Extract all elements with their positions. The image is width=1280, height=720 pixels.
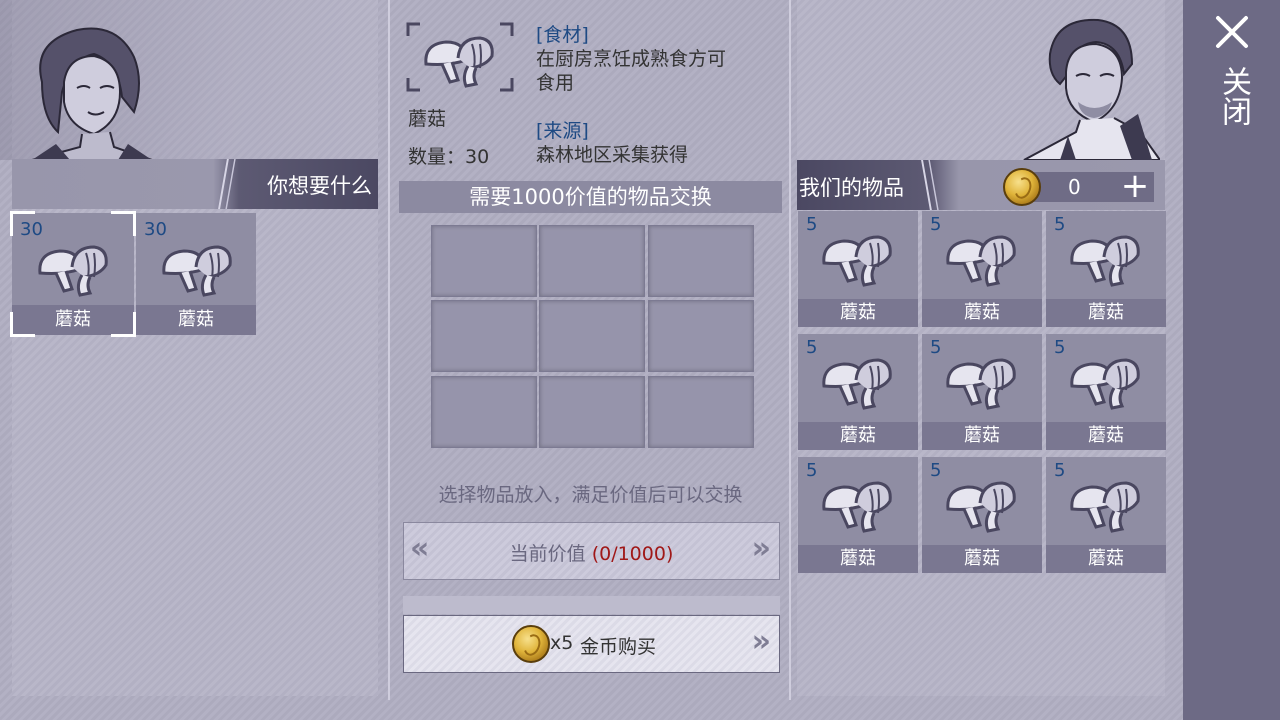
exchange-slot[interactable] — [539, 225, 645, 297]
category-description-cont: 食用 — [536, 72, 575, 94]
exchange-slot[interactable] — [648, 376, 754, 448]
exchange-slot[interactable] — [431, 376, 537, 448]
current-value-amount: (0/1000) — [591, 543, 674, 565]
selection-corner — [10, 211, 35, 236]
gold-amount: 0 — [1068, 175, 1081, 199]
mushroom-icon — [162, 245, 232, 297]
current-value-label: 当前价值 — [509, 543, 586, 565]
buy-with-gold-button[interactable]: x5 金币购买 » — [403, 615, 780, 673]
item-label: 蘑菇 — [798, 299, 918, 327]
mushroom-icon — [946, 358, 1016, 410]
item-label: 蘑菇 — [922, 299, 1042, 327]
exchange-slot[interactable] — [431, 225, 537, 297]
item-quantity: 数量：30 — [408, 146, 490, 168]
item-label: 蘑菇 — [922, 422, 1042, 450]
mushroom-icon — [822, 358, 892, 410]
exchange-slot[interactable] — [539, 376, 645, 448]
merchant-header-title: 我们的物品 — [799, 176, 904, 200]
mushroom-icon — [38, 245, 108, 297]
merchant-item-slot[interactable]: 5 蘑菇 — [798, 211, 918, 327]
mushroom-icon — [1070, 358, 1140, 410]
want-header: 你想要什么 — [12, 159, 378, 209]
exchange-slot[interactable] — [648, 300, 754, 372]
source-tag: [来源] — [536, 120, 589, 142]
panel-divider — [789, 0, 791, 700]
selection-corner — [111, 211, 136, 236]
gold-coin-icon — [1003, 168, 1041, 206]
buy-label: 金币购买 — [580, 636, 657, 658]
merchant-item-slot[interactable]: 5 蘑菇 — [922, 457, 1042, 573]
category-tag: [食材] — [536, 24, 589, 46]
mushroom-icon — [946, 235, 1016, 287]
current-value-bar: « 当前价值 (0/1000) » — [403, 522, 780, 580]
close-icon[interactable] — [1214, 14, 1250, 50]
selection-corner — [111, 312, 136, 337]
mushroom-icon — [1070, 481, 1140, 533]
gold-coin-icon — [512, 625, 550, 663]
item-count: 5 — [930, 337, 942, 358]
exchange-slot[interactable] — [539, 300, 645, 372]
item-count: 5 — [806, 214, 818, 235]
merchant-item-slot[interactable]: 5 蘑菇 — [922, 334, 1042, 450]
merchant-item-slot[interactable]: 5 蘑菇 — [798, 457, 918, 573]
buy-strip — [403, 596, 780, 614]
want-header-title: 你想要什么 — [267, 174, 372, 198]
mushroom-icon — [424, 36, 494, 88]
want-item-slot[interactable]: 30 蘑菇 — [10, 211, 136, 337]
current-value: 当前价值 (0/1000) — [404, 539, 779, 566]
close-label[interactable]: 关闭 — [1214, 66, 1251, 126]
selection-corner — [10, 312, 35, 337]
merchant-item-slot[interactable]: 5 蘑菇 — [1046, 211, 1166, 327]
exchange-hint: 选择物品放入，满足价值后可以交换 — [438, 484, 743, 506]
item-label: 蘑菇 — [798, 545, 918, 573]
merchant-item-slot[interactable]: 5 蘑菇 — [922, 211, 1042, 327]
mushroom-icon — [946, 481, 1016, 533]
category-description: 在厨房烹饪成熟食方可 — [536, 48, 727, 70]
double-chevron-right-icon[interactable]: » — [752, 531, 771, 566]
exchange-slot[interactable] — [431, 300, 537, 372]
item-label: 蘑菇 — [136, 305, 256, 335]
source-description: 森林地区采集获得 — [536, 144, 689, 166]
item-count: 5 — [806, 337, 818, 358]
merchant-item-slot[interactable]: 5 蘑菇 — [1046, 457, 1166, 573]
item-count: 5 — [1054, 460, 1066, 481]
item-label: 蘑菇 — [1046, 545, 1166, 573]
item-name: 蘑菇 — [408, 108, 447, 130]
exchange-slot[interactable] — [648, 225, 754, 297]
panel-divider — [388, 0, 390, 700]
item-label: 蘑菇 — [1046, 299, 1166, 327]
mushroom-icon — [822, 235, 892, 287]
item-label: 蘑菇 — [798, 422, 918, 450]
item-count: 30 — [144, 219, 167, 240]
merchant-item-slot[interactable]: 5 蘑菇 — [798, 334, 918, 450]
item-label: 蘑菇 — [1046, 422, 1166, 450]
item-count: 5 — [930, 214, 942, 235]
player-portrait — [31, 27, 153, 160]
mushroom-icon — [1070, 235, 1140, 287]
buy-count: x5 — [550, 632, 574, 654]
merchant-item-slot[interactable]: 5 蘑菇 — [1046, 334, 1166, 450]
mushroom-icon — [822, 481, 892, 533]
item-label: 蘑菇 — [922, 545, 1042, 573]
merchant-portrait — [1023, 18, 1160, 160]
plus-icon[interactable]: + — [1118, 169, 1152, 203]
item-count: 5 — [1054, 214, 1066, 235]
item-count: 5 — [806, 460, 818, 481]
item-count: 5 — [1054, 337, 1066, 358]
item-count: 5 — [930, 460, 942, 481]
want-item-slot[interactable]: 30 蘑菇 — [136, 213, 256, 335]
exchange-title: 需要1000价值的物品交换 — [399, 181, 782, 213]
double-chevron-right-icon: » — [751, 624, 771, 659]
